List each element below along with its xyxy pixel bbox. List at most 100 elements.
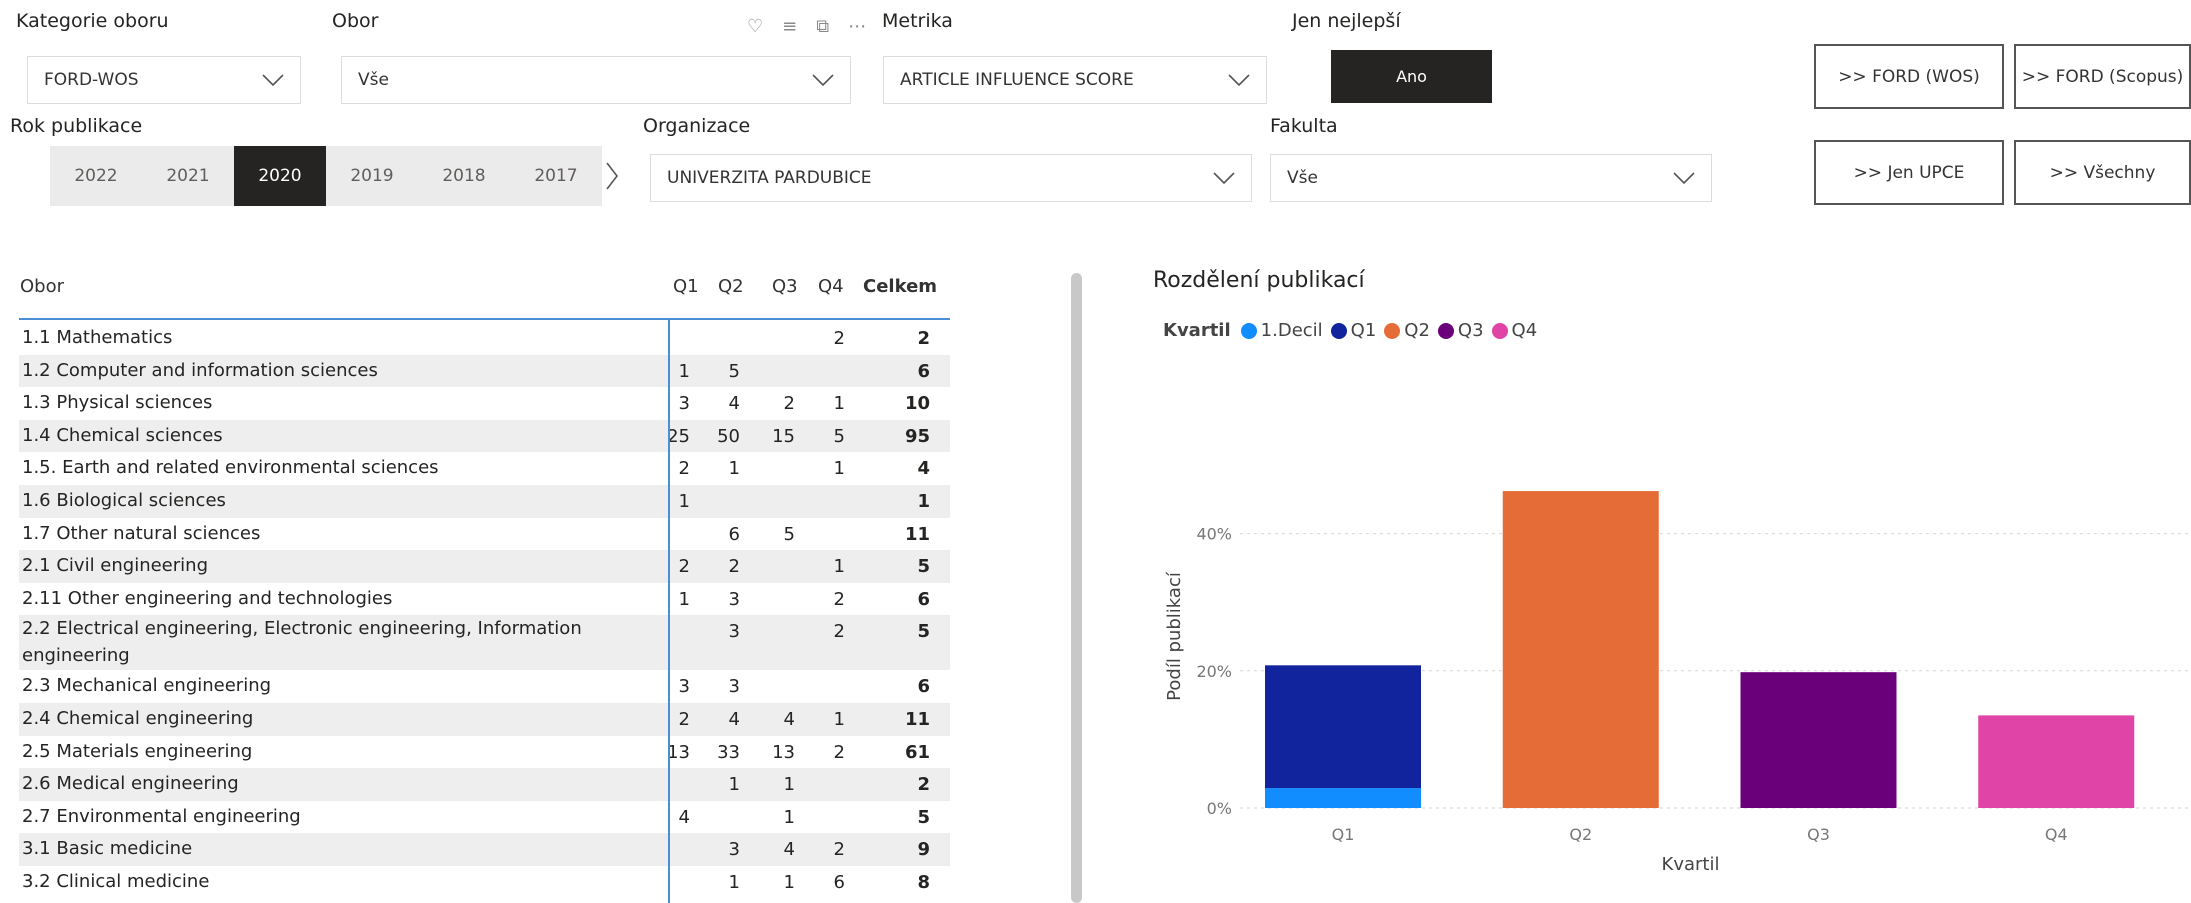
metrika-dropdown[interactable]: ARTICLE INFLUENCE SCORE — [883, 56, 1267, 104]
fakulta-dropdown[interactable]: Vše — [1270, 154, 1712, 202]
cell-total: 5 — [917, 556, 930, 578]
x-tick-label: Q1 — [1332, 825, 1355, 844]
fakulta-label: Fakulta — [1270, 115, 1338, 137]
cell-total: 2 — [917, 328, 930, 349]
legend-label: Q4 — [1511, 320, 1538, 341]
cell-total: 2 — [917, 774, 930, 796]
row-name: 2.6 Medical engineering — [22, 773, 239, 795]
table-row[interactable]: 1.2 Computer and information sciences 1 5 6 — [19, 354, 950, 388]
jen-nejlepsi-toggle[interactable]: Ano — [1331, 50, 1492, 103]
legend-items: 1.Decil Q1 Q2 Q3 Q4 — [1240, 320, 1546, 341]
row-name: 1.7 Other natural sciences — [22, 522, 261, 544]
ford-scopus-button[interactable]: >> FORD (Scopus) — [2014, 44, 2191, 109]
cell-q2: 6 — [728, 523, 740, 545]
table-row[interactable]: 2.2 Electrical engineering, Electronic e… — [19, 615, 950, 671]
cell-q3: 1 — [783, 872, 795, 893]
year-2019[interactable]: 2019 — [326, 146, 418, 206]
cell-q3: 13 — [772, 741, 795, 763]
row-name: 2.11 Other engineering and technologies — [22, 587, 393, 609]
legend-item[interactable]: Q2 — [1384, 320, 1430, 341]
cell-total: 5 — [917, 806, 930, 828]
bar-q4-q4[interactable] — [1978, 715, 2135, 808]
bar-q1-q1[interactable] — [1265, 665, 1421, 789]
legend-item[interactable]: Q3 — [1437, 320, 1484, 341]
cell-q3: 15 — [772, 425, 795, 447]
table-row[interactable]: 3.2 Clinical medicine 1 1 6 8 — [19, 866, 950, 899]
cell-q3: 4 — [783, 839, 795, 861]
cell-q1: 1 — [678, 588, 690, 610]
more-options-icon[interactable]: ⋯ — [848, 16, 866, 37]
cell-q1: 3 — [678, 393, 690, 415]
year-2020[interactable]: 2020 — [234, 146, 326, 206]
cell-total: 4 — [917, 458, 930, 480]
jen-upce-button[interactable]: >> Jen UPCE — [1814, 140, 2004, 205]
year-2021[interactable]: 2021 — [142, 146, 234, 206]
legend-item[interactable]: Q1 — [1330, 320, 1376, 341]
filter-icon[interactable]: ≡ — [782, 16, 797, 37]
col-header-q2[interactable]: Q2 — [718, 276, 744, 297]
scrollbar[interactable] — [1071, 273, 1082, 903]
table-row[interactable]: 1.7 Other natural sciences 6 5 11 — [19, 518, 950, 551]
header-divider — [19, 318, 950, 320]
col-header-q1[interactable]: Q1 — [673, 276, 699, 297]
year-2018[interactable]: 2018 — [418, 146, 510, 206]
chevron-right-icon[interactable] — [604, 160, 620, 192]
legend-item[interactable]: Q4 — [1491, 320, 1538, 341]
row-name: 2.4 Chemical engineering — [22, 708, 254, 729]
x-tick-label: Q2 — [1569, 825, 1592, 844]
cell-q2: 1 — [728, 774, 740, 796]
bar-q2-q2[interactable] — [1502, 491, 1659, 808]
row-name: 2.1 Civil engineering — [22, 555, 208, 577]
y-tick-label: 0% — [1207, 799, 1232, 818]
x-tick-label: Q3 — [1807, 825, 1830, 844]
cell-q2: 3 — [728, 588, 740, 610]
table-row[interactable]: 2.11 Other engineering and technologies 1… — [19, 583, 950, 616]
table-row[interactable]: 2.5 Materials engineering 13 33 13 2 61 — [19, 736, 950, 769]
cell-q3: 2 — [783, 393, 795, 415]
col-header-total[interactable]: Celkem — [863, 276, 937, 297]
table-row[interactable]: 2.6 Medical engineering 1 1 2 — [19, 768, 950, 801]
row-name: 2.3 Mechanical engineering — [22, 675, 272, 697]
cell-q2: 2 — [728, 556, 740, 578]
cell-q3: 5 — [783, 523, 795, 545]
cell-q1: 25 — [667, 425, 690, 447]
cell-total: 10 — [904, 393, 930, 415]
legend-item[interactable]: 1.Decil — [1240, 320, 1323, 341]
cell-q1: 2 — [678, 556, 690, 578]
year-2022[interactable]: 2022 — [50, 146, 142, 206]
table-row[interactable]: 1.4 Chemical sciences 25 50 15 5 95 — [19, 419, 950, 453]
cell-q3: 1 — [783, 774, 795, 796]
row-name: 1.3 Physical sciences — [22, 392, 213, 414]
col-header-q4[interactable]: Q4 — [818, 276, 844, 297]
table-row[interactable]: 1.5. Earth and related environmental sci… — [19, 452, 950, 485]
table-row[interactable]: 1.6 Biological sciences 1 1 — [19, 485, 950, 518]
table-row[interactable]: 1.1 Mathematics 2 2 — [19, 322, 950, 355]
year-2017[interactable]: 2017 — [510, 146, 602, 206]
obor-dropdown[interactable]: Vše — [341, 56, 851, 104]
table-row[interactable]: 2.3 Mechanical engineering 3 3 6 — [19, 670, 950, 703]
row-name: 2.7 Environmental engineering — [22, 805, 301, 827]
cell-total: 6 — [917, 676, 930, 698]
table-row[interactable]: 1.3 Physical sciences 3 4 2 1 10 — [19, 387, 950, 420]
bar-q1-1decil[interactable] — [1265, 788, 1421, 808]
table-row[interactable]: 2.1 Civil engineering 2 2 1 5 — [19, 550, 950, 583]
table-row[interactable]: 3.1 Basic medicine 3 4 2 9 — [19, 833, 950, 866]
y-tick-label: 40% — [1196, 525, 1232, 544]
row-name: 2.2 Electrical engineering, Electronic e… — [22, 618, 582, 667]
row-name: 1.5. Earth and related environmental sci… — [22, 457, 439, 479]
jen-nejlepsi-label: Jen nejlepší — [1292, 10, 1401, 32]
vsechny-button[interactable]: >> Všechny — [2014, 140, 2191, 205]
col-header-q3[interactable]: Q3 — [772, 276, 798, 297]
kategorie-dropdown[interactable]: FORD-WOS — [27, 56, 301, 104]
table-row[interactable]: 2.7 Environmental engineering 4 1 5 — [19, 801, 950, 834]
bar-q3-q3[interactable] — [1740, 672, 1897, 808]
cell-q4: 2 — [833, 621, 845, 643]
col-header-obor[interactable]: Obor — [20, 276, 64, 297]
ford-wos-button[interactable]: >> FORD (WOS) — [1814, 44, 2004, 109]
cell-q2: 1 — [728, 458, 740, 480]
pin-icon[interactable]: ♡ — [747, 16, 763, 37]
table-row[interactable]: 2.4 Chemical engineering 2 4 4 1 11 — [19, 703, 950, 736]
focus-mode-icon[interactable]: ⧉ — [816, 16, 829, 37]
cell-total: 6 — [917, 588, 930, 610]
organizace-dropdown[interactable]: UNIVERZITA PARDUBICE — [650, 154, 1252, 202]
